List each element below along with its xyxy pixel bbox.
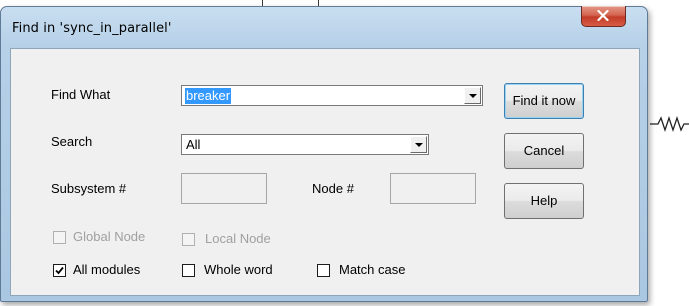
all-modules-label: All modules <box>73 262 141 277</box>
search-dropdown-arrow-icon[interactable] <box>410 136 427 153</box>
whole-word-label: Whole word <box>204 262 273 277</box>
node-label: Node # <box>312 181 354 196</box>
help-button[interactable]: Help <box>504 183 584 219</box>
whole-word-checkbox[interactable] <box>182 264 195 277</box>
close-button[interactable] <box>581 6 626 27</box>
cancel-button[interactable]: Cancel <box>504 133 584 169</box>
subsystem-input[interactable] <box>181 173 267 204</box>
all-modules-checkbox[interactable] <box>53 264 66 277</box>
find-what-label: Find What <box>51 87 111 102</box>
local-node-checkbox[interactable] <box>182 233 195 246</box>
global-node-label: Global Node <box>73 229 146 244</box>
node-input[interactable] <box>390 173 476 204</box>
dialog-body: Find What breaker Search All Subsystem #… <box>10 48 640 296</box>
background-resistor-icon <box>650 115 689 133</box>
checkmark-icon <box>55 266 64 275</box>
search-label: Search <box>51 134 93 149</box>
dialog-title: Find in 'sync_in_parallel' <box>12 21 172 36</box>
find-what-dropdown-arrow-icon[interactable] <box>464 87 481 104</box>
search-value[interactable]: All <box>185 137 201 153</box>
title-bar[interactable]: Find in 'sync_in_parallel' <box>1 6 647 47</box>
close-x-icon <box>597 10 609 21</box>
match-case-label: Match case <box>339 262 406 277</box>
match-case-checkbox[interactable] <box>317 264 330 277</box>
subsystem-label: Subsystem # <box>51 181 127 196</box>
find-what-value[interactable]: breaker <box>185 88 232 104</box>
global-node-checkbox[interactable] <box>53 231 66 244</box>
search-combobox[interactable]: All <box>181 134 429 155</box>
find-it-now-button[interactable]: Find it now <box>504 83 584 119</box>
find-what-combobox[interactable]: breaker <box>181 85 483 106</box>
local-node-label: Local Node <box>205 231 271 246</box>
find-dialog: Find in 'sync_in_parallel' Find What bre… <box>0 6 648 302</box>
